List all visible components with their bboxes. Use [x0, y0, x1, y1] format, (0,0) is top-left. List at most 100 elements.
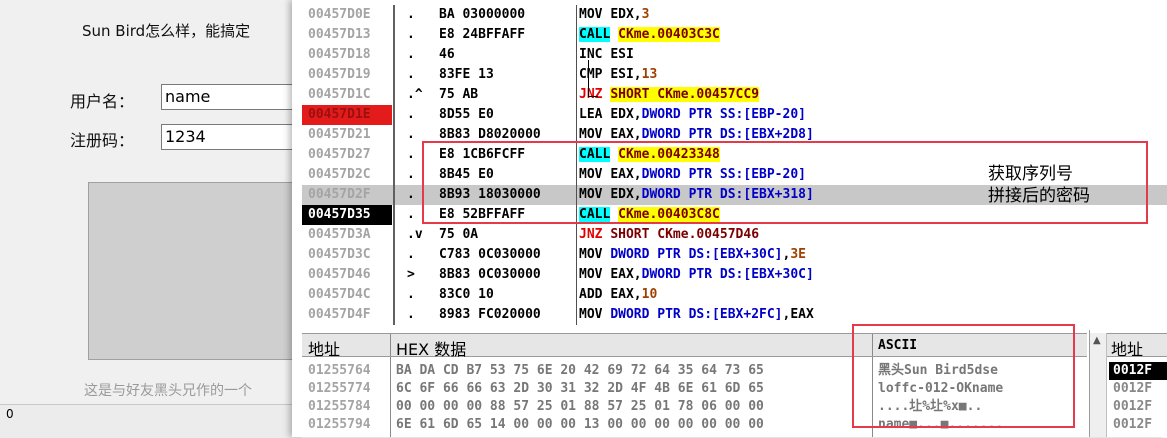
disasm-hex: 8B83 0C030000 [439, 267, 541, 282]
disasm-divider [576, 305, 577, 325]
disasm-address[interactable]: 00457D46 [302, 265, 392, 285]
disasm-divider [393, 65, 395, 85]
stack-row[interactable]: 0012F [1109, 362, 1167, 380]
disasm-divider [393, 265, 395, 285]
disasm-command: ADD EAX,10 [579, 285, 657, 305]
crackme-image-panel [88, 182, 318, 360]
disasm-address[interactable]: 00457D2F [302, 185, 392, 205]
disasm-command: CMP ESI,13 [579, 65, 657, 85]
disasm-marker: . [407, 307, 415, 322]
disasm-address[interactable]: 00457D21 [302, 125, 392, 145]
disasm-address[interactable]: 00457D4F [302, 305, 392, 325]
stack-header[interactable]: 地址 [1107, 333, 1167, 359]
disasm-address[interactable]: 00457D13 [302, 25, 392, 45]
crackme-footer-text: 这是与好友黑头兄作的一个 [84, 383, 252, 399]
disasm-marker: . [407, 67, 415, 82]
disasm-divider [393, 185, 395, 205]
disasm-divider [393, 165, 395, 185]
disasm-operands: ESI,13 [610, 67, 658, 82]
disasm-operands: ESI [610, 47, 634, 62]
dump-pane[interactable]: 地址 HEX 数据 ASCII 01255764 BA DA CD B7 53 7… [302, 324, 1087, 437]
disasm-marker: . [407, 287, 415, 302]
disasm-address[interactable]: 00457D18 [302, 45, 392, 65]
scroll-up-arrow-icon[interactable]: ▲ [1093, 335, 1101, 346]
dump-hex-bytes: 00 00 00 00 88 57 25 01 88 57 25 01 78 0… [396, 399, 764, 414]
dump-header-address[interactable]: 地址 [308, 336, 340, 360]
disasm-operands: DWORD PTR DS:[EBX+30C],3E [610, 247, 806, 262]
disasm-divider [393, 225, 395, 245]
disasm-divider [576, 265, 577, 285]
stack-row[interactable]: 0012F [1109, 398, 1167, 416]
breakpoint-address[interactable]: 00457D1E [302, 105, 392, 125]
disasm-command: MOV EDX,3 [579, 5, 649, 25]
stack-pane[interactable]: ▲ 地址 0012F 0012F 0012F 0012F [1089, 330, 1167, 437]
disasm-row[interactable]: 00457D13. E8 24BFFAFF CALL CKme.00403C3C [302, 25, 1167, 45]
disasm-row[interactable]: 00457D18. 46 INC ESI [302, 45, 1167, 65]
disasm-operands: CKme.00403C3C [618, 27, 720, 42]
disasm-mnemonic: MOV [579, 307, 603, 322]
jump-arrow-line [588, 60, 589, 96]
disasm-divider [576, 5, 577, 25]
disasm-mnemonic: MOV [579, 127, 603, 142]
disasm-divider [576, 65, 577, 85]
current-eip-address[interactable]: 00457D35 [302, 205, 392, 225]
disasm-hex: 75 AB [439, 87, 479, 102]
disasm-address[interactable]: 00457D3A [302, 225, 392, 245]
disasm-divider [576, 245, 577, 265]
disasm-divider [576, 25, 577, 45]
disasm-mnemonic: CMP [579, 67, 603, 82]
disasm-command: JNZ SHORT CKme.00457CC9 [579, 85, 760, 105]
disasm-command: MOV EAX,DWORD PTR DS:[EBX+30C] [579, 265, 814, 285]
disasm-address[interactable]: 00457D27 [302, 145, 392, 165]
disasm-operands: SHORT CKme.00457CC9 [610, 87, 760, 102]
stack-scrollbar[interactable]: ▲ [1090, 333, 1107, 437]
stack-row[interactable]: 0012F [1109, 380, 1167, 398]
disasm-address[interactable]: 00457D19 [302, 65, 392, 85]
dump-header-hex[interactable]: HEX 数据 [396, 336, 466, 360]
status-text: 0 [6, 407, 14, 421]
disasm-operands: EAX,DWORD PTR DS:[EBX+30C] [610, 267, 814, 282]
disasm-address[interactable]: 00457D4C [302, 285, 392, 305]
stack-header-address: 地址 [1111, 340, 1144, 359]
disasm-divider [393, 205, 395, 225]
disasm-marker: . [407, 47, 415, 62]
disasm-mnemonic: MOV [579, 247, 603, 262]
dump-address: 01255784 [308, 399, 371, 414]
disasm-divider [393, 245, 395, 265]
dump-header-divider[interactable] [390, 334, 391, 356]
disasm-divider [393, 305, 395, 325]
comment-get-serial: 获取序列号 [988, 164, 1073, 184]
disasm-address[interactable]: 00457D2C [302, 165, 392, 185]
disasm-divider [393, 85, 395, 105]
disasm-divider [576, 45, 577, 65]
disasm-command: MOV DWORD PTR DS:[EBX+30C],3E [579, 245, 806, 265]
disasm-row[interactable]: 00457D3A .v 75 0A JNZ SHORT CKme.00457D46 [302, 225, 1167, 245]
disassembly-pane[interactable]: 00457D0E. BA 03000000 MOV EDX,3 00457D13. E8… [302, 0, 1167, 328]
comment-concat-password: 拼接后的密码 [988, 186, 1090, 206]
disasm-row[interactable]: 00457D46 >8B83 0C030000 MOV EAX,DWORD PTR … [302, 265, 1167, 285]
disasm-row[interactable]: 00457D4C. 83C0 10 ADD EAX,10 [302, 285, 1167, 305]
disasm-marker: .v [407, 227, 423, 242]
serial-label: 注册码： [70, 131, 135, 150]
annotation-box-ascii [852, 324, 1075, 428]
disasm-address[interactable]: 00457D0E [302, 5, 392, 25]
disasm-marker: . [407, 247, 415, 262]
disasm-row[interactable]: 00457D0E. BA 03000000 MOV EDX,3 [302, 5, 1167, 25]
disasm-row[interactable]: 00457D3C. C783 0C030000 MOV DWORD PTR DS:[… [302, 245, 1167, 265]
disasm-marker: . [407, 7, 415, 22]
disasm-row[interactable]: 00457D1E. 8D55 E0 LEA EDX,DWORD PTR SS:[EB… [302, 105, 1167, 125]
dump-hex-bytes: 6C 6F 66 66 63 2D 30 31 32 2D 4F 4B 6E 6… [396, 381, 764, 396]
disasm-hex: 75 0A [439, 227, 479, 242]
stack-row[interactable]: 0012F [1109, 416, 1167, 434]
disasm-address[interactable]: 00457D1C [302, 85, 392, 105]
username-label: 用户名： [70, 92, 135, 111]
disasm-row[interactable]: 00457D19. 83FE 13 CMP ESI,13 [302, 65, 1167, 85]
disasm-mnemonic: JNZ [579, 227, 603, 242]
disasm-operands: EAX,DWORD PTR DS:[EBX+2D8] [610, 127, 814, 142]
disasm-address[interactable]: 00457D3C [302, 245, 392, 265]
disasm-row[interactable]: 00457D4F. 8983 FC020000 MOV DWORD PTR DS:[… [302, 305, 1167, 325]
disasm-mnemonic: LEA [579, 107, 603, 122]
disasm-divider [393, 125, 395, 145]
disasm-row[interactable]: 00457D1C .^ 75 AB JNZ SHORT CKme.00457CC9 [302, 85, 1167, 105]
disasm-hex: 83C0 10 [439, 287, 494, 302]
